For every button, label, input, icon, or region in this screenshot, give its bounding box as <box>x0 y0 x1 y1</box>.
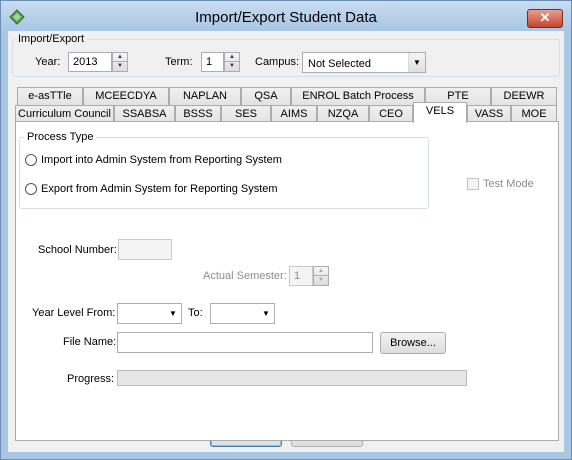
tab-e-asttle[interactable]: e-asTTle <box>17 87 83 105</box>
year-input[interactable]: 2013 <box>68 52 112 72</box>
test-mode-label: Test Mode <box>483 178 534 190</box>
import-radio-label[interactable]: Import into Admin System from Reporting … <box>41 154 282 166</box>
year-spin-button[interactable]: ▲ ▼ <box>112 52 128 72</box>
title-bar[interactable]: Import/Export Student Data ✕ <box>1 1 571 31</box>
vels-tab-panel: Process Type Import into Admin System fr… <box>15 121 559 441</box>
term-label: Term: <box>165 56 193 68</box>
term-input[interactable]: 1 <box>201 52 224 72</box>
progress-bar <box>117 370 467 386</box>
year-label: Year: <box>35 56 61 68</box>
close-icon: ✕ <box>539 10 551 25</box>
tab-naplan[interactable]: NAPLAN <box>169 87 241 105</box>
browse-button[interactable]: Browse... <box>380 332 446 354</box>
export-radio-label[interactable]: Export from Admin System for Reporting S… <box>41 183 278 195</box>
school-number-input[interactable] <box>118 239 172 260</box>
dialog-client-area: Import/Export Year: 2013 ▲ ▼ Term: 1 ▲ ▼ C… <box>8 31 564 452</box>
import-radio[interactable] <box>25 154 37 166</box>
chevron-down-icon: ▼ <box>408 53 425 72</box>
import-export-group-label: Import/Export <box>15 33 88 45</box>
tab-enrol-batch-process[interactable]: ENROL Batch Process <box>291 87 425 105</box>
campus-select-value: Not Selected <box>308 58 371 70</box>
chevron-down-icon: ▼ <box>262 309 270 318</box>
file-name-input[interactable] <box>117 332 373 353</box>
tab-qsa[interactable]: QSA <box>241 87 291 105</box>
school-number-label: School Number: <box>38 244 117 256</box>
file-name-label: File Name: <box>63 336 117 348</box>
dialog-window: Import/Export Student Data ✕ Import/Expo… <box>0 0 572 460</box>
progress-label: Progress: <box>67 373 115 385</box>
year-level-to-select[interactable]: ▼ <box>210 303 275 324</box>
chevron-down-icon: ▼ <box>169 309 177 318</box>
tab-mceecdya[interactable]: MCEECDYA <box>83 87 169 105</box>
process-type-group <box>19 137 429 209</box>
tab-deewr[interactable]: DEEWR <box>491 87 557 105</box>
close-button[interactable]: ✕ <box>527 9 563 28</box>
year-level-from-select[interactable]: ▼ <box>117 303 182 324</box>
actual-semester-input[interactable]: 1 <box>289 266 313 286</box>
actual-semester-label: Actual Semester: <box>203 270 287 282</box>
export-radio[interactable] <box>25 183 37 195</box>
to-label: To: <box>188 307 203 319</box>
campus-select[interactable]: Not Selected ▼ <box>302 52 426 73</box>
year-level-from-label: Year Level From: <box>32 307 116 319</box>
test-mode-checkbox[interactable] <box>467 178 479 190</box>
window-title: Import/Export Student Data <box>195 9 377 26</box>
campus-label: Campus: <box>255 56 300 68</box>
term-spin-button[interactable]: ▲ ▼ <box>224 52 240 72</box>
process-type-label: Process Type <box>24 131 97 143</box>
tab-vels[interactable]: VELS <box>413 102 467 123</box>
actual-semester-spin-button[interactable]: ▲ ▼ <box>313 266 329 286</box>
